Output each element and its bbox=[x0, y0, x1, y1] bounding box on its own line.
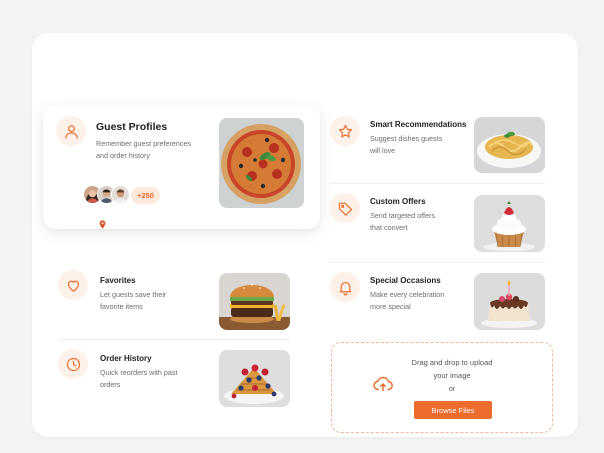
divider bbox=[330, 183, 545, 184]
special-occasions-title: Special Occasions bbox=[370, 276, 441, 285]
cloud-upload-icon bbox=[372, 373, 394, 395]
custom-offers-description: Send targeted offers that convert bbox=[370, 211, 435, 232]
guest-profiles-description: Remember guest preferences and order his… bbox=[96, 139, 192, 160]
bell-icon bbox=[330, 272, 360, 302]
smart-recommendations-description: Suggest dishes guests will love bbox=[370, 134, 443, 155]
clock-icon bbox=[58, 349, 88, 379]
guest-count-badge: +250 bbox=[131, 187, 160, 204]
dropzone-instruction: Drag and drop to upload bbox=[411, 358, 493, 367]
divider bbox=[58, 339, 290, 340]
avatar bbox=[111, 185, 130, 204]
tag-icon bbox=[330, 193, 360, 223]
guest-profiles-title: Guest Profiles bbox=[96, 121, 168, 133]
order-history-title: Order History bbox=[100, 354, 152, 363]
custom-offers-title: Custom Offers bbox=[370, 197, 426, 206]
guest-profiles-card[interactable]: Guest Profiles Remember guest preference… bbox=[43, 105, 320, 229]
favorites-description: Let guests save their favorite items bbox=[100, 290, 167, 311]
order-history-description: Quick reorders with past orders bbox=[100, 368, 178, 389]
dropzone-instruction-line2: your image bbox=[433, 371, 471, 380]
special-occasions-description: Make every celebration more special bbox=[370, 290, 445, 311]
waffle-image bbox=[219, 350, 290, 407]
user-icon bbox=[56, 116, 86, 146]
cake-image bbox=[474, 273, 545, 330]
divider bbox=[330, 262, 545, 263]
heart-icon bbox=[58, 270, 88, 300]
burger-image bbox=[219, 273, 290, 330]
dropzone-or-label: or bbox=[448, 386, 456, 393]
smart-recommendations-title: Smart Recommendations bbox=[370, 120, 467, 129]
location-pin-icon bbox=[99, 216, 106, 229]
guest-avatars bbox=[83, 185, 130, 204]
pasta-image bbox=[474, 117, 545, 173]
browse-files-button[interactable]: Browse Files bbox=[414, 401, 492, 419]
cupcake-image bbox=[474, 195, 545, 252]
pizza-image bbox=[219, 118, 304, 208]
favorites-title: Favorites bbox=[100, 276, 136, 285]
image-upload-dropzone[interactable]: Drag and drop to upload your image or Br… bbox=[331, 342, 553, 433]
star-icon bbox=[330, 116, 360, 146]
